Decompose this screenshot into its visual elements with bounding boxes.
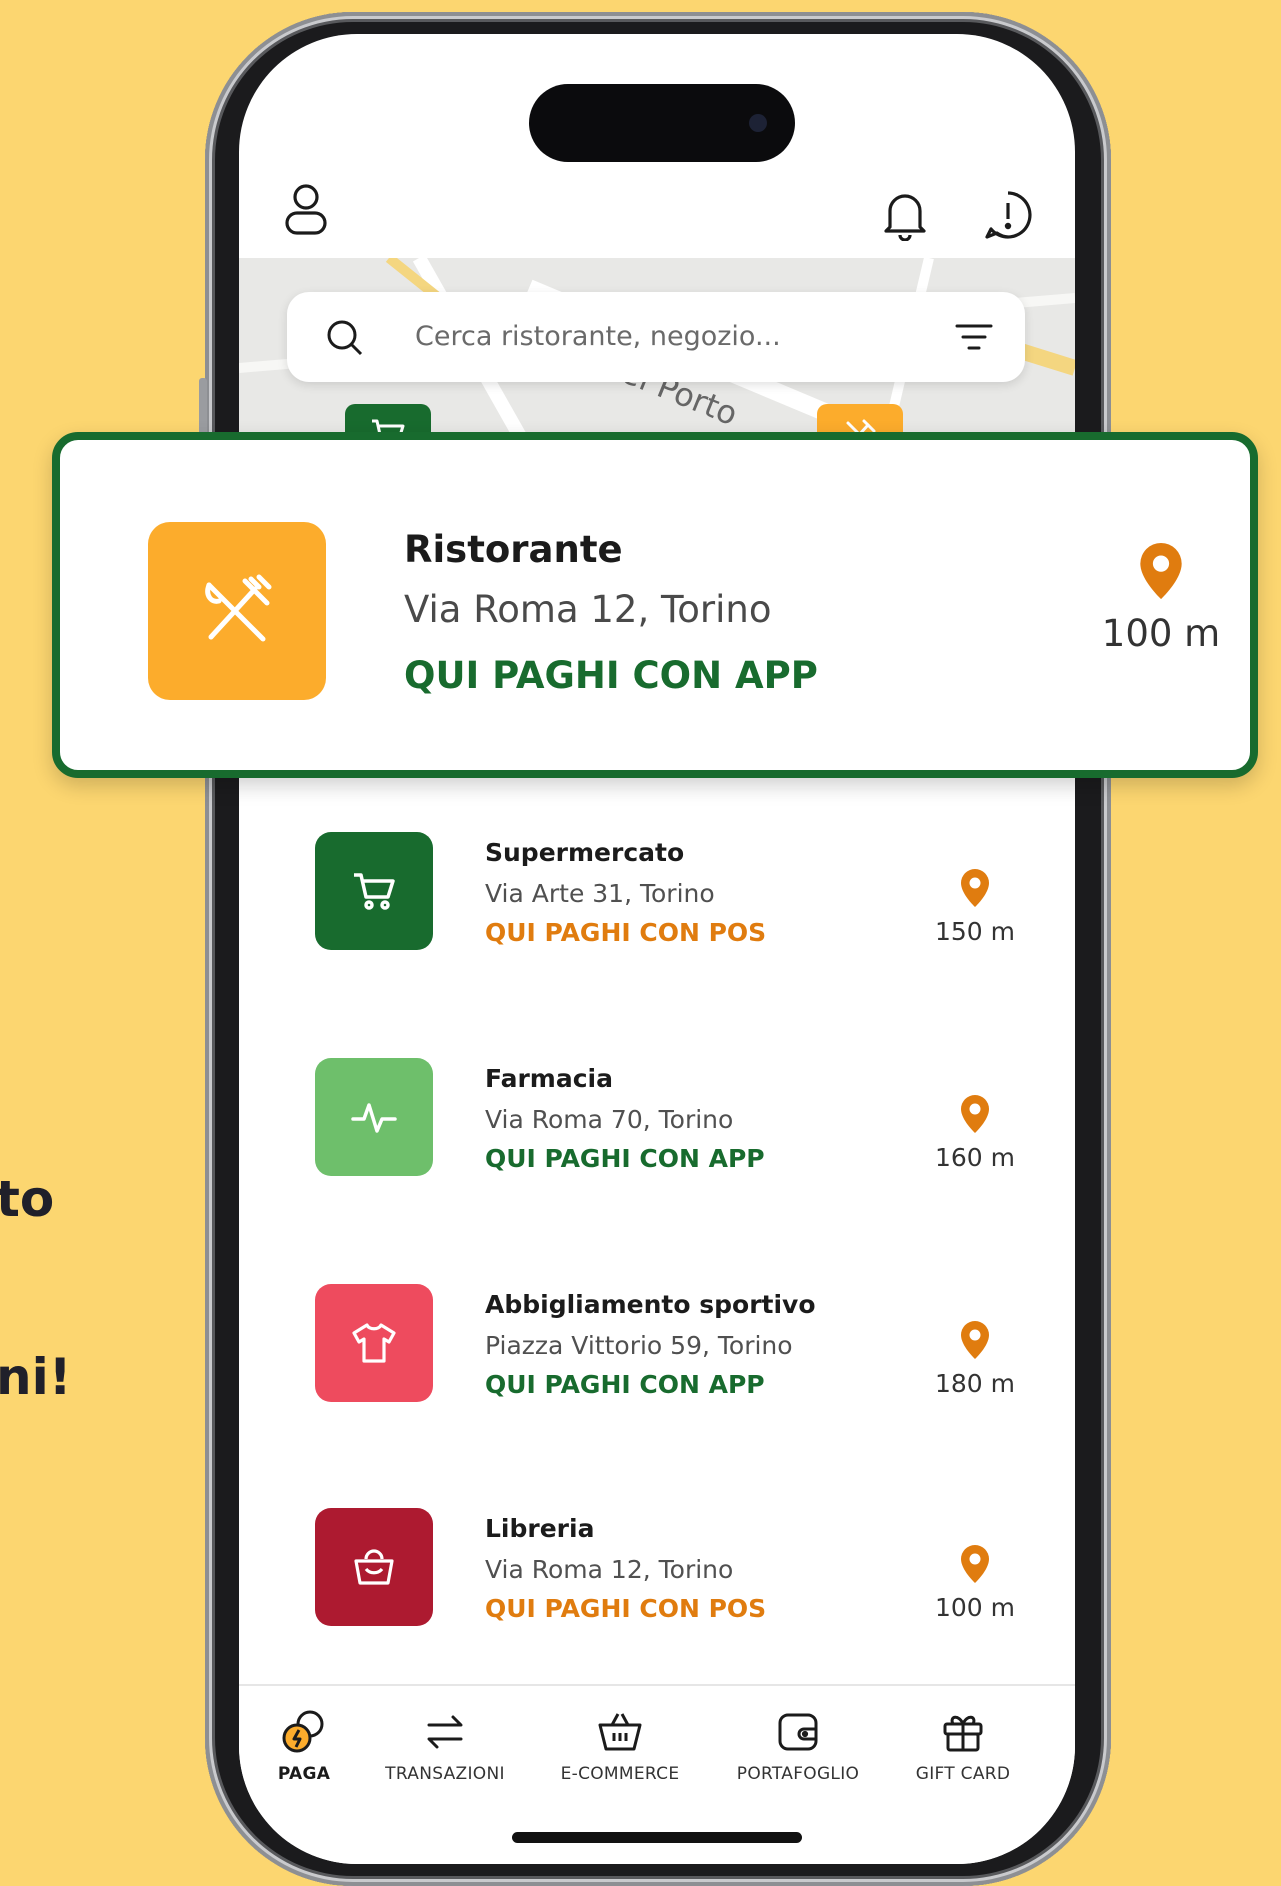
store-name: Supermercato bbox=[485, 838, 685, 867]
promo-text-line-1: to bbox=[0, 1170, 55, 1228]
store-address: Via Roma 12, Torino bbox=[404, 588, 772, 631]
user-icon[interactable] bbox=[277, 180, 335, 238]
store-distance: 100 m bbox=[1086, 540, 1236, 655]
tab-transazioni[interactable]: TRANSAZIONI bbox=[370, 1706, 520, 1784]
list-item[interactable]: Farmacia Via Roma 70, Torino QUI PAGHI C… bbox=[315, 1058, 1015, 1188]
store-address: Via Arte 31, Torino bbox=[485, 879, 715, 908]
gift-icon bbox=[943, 1715, 983, 1752]
tab-portafoglio[interactable]: PORTAFOGLIO bbox=[723, 1706, 873, 1784]
store-address: Via Roma 12, Torino bbox=[485, 1555, 734, 1584]
bell-icon[interactable] bbox=[876, 186, 934, 244]
wallet-icon bbox=[778, 1713, 818, 1751]
featured-store-card[interactable]: Ristorante Via Roma 12, Torino QUI PAGHI… bbox=[52, 432, 1258, 778]
store-distance: 150 m bbox=[925, 867, 1025, 946]
store-category-badge bbox=[315, 1508, 433, 1626]
tab-gift-card[interactable]: GIFT CARD bbox=[888, 1706, 1038, 1784]
store-category-badge bbox=[315, 1284, 433, 1402]
store-distance: 100 m bbox=[925, 1543, 1025, 1622]
pulse-icon bbox=[351, 1103, 397, 1133]
store-category-badge bbox=[315, 832, 433, 950]
store-category-badge bbox=[315, 1058, 433, 1176]
search-bar[interactable]: Cerca ristorante, negozio... bbox=[287, 292, 1025, 382]
search-input[interactable]: Cerca ristorante, negozio... bbox=[415, 321, 781, 352]
list-item[interactable]: Abbigliamento sportivo Piazza Vittorio 5… bbox=[315, 1284, 1015, 1414]
store-name: Abbigliamento sportivo bbox=[485, 1290, 816, 1319]
bag-icon bbox=[354, 1549, 394, 1585]
store-name: Libreria bbox=[485, 1514, 595, 1543]
location-pin-icon bbox=[961, 1545, 989, 1583]
cart-icon bbox=[354, 873, 395, 910]
location-pin-icon bbox=[961, 869, 989, 907]
arrows-exchange-icon bbox=[427, 1715, 463, 1749]
alert-circle-icon[interactable] bbox=[979, 186, 1037, 244]
tab-paga[interactable]: PAGA bbox=[239, 1706, 379, 1784]
search-icon bbox=[327, 320, 363, 356]
list-item[interactable]: Libreria Via Roma 12, Torino QUI PAGHI C… bbox=[315, 1508, 1015, 1638]
home-indicator[interactable] bbox=[512, 1832, 802, 1843]
filter-icon[interactable] bbox=[955, 322, 993, 352]
location-pin-icon bbox=[961, 1095, 989, 1133]
list-item[interactable]: Supermercato Via Arte 31, Torino QUI PAG… bbox=[315, 832, 1015, 962]
fork-knife-icon bbox=[205, 574, 272, 642]
basket-icon bbox=[598, 1713, 642, 1751]
coins-icon bbox=[282, 1710, 324, 1753]
store-address: Via Roma 70, Torino bbox=[485, 1105, 734, 1134]
tab-e-commerce[interactable]: E-COMMERCE bbox=[545, 1706, 695, 1784]
promo-text-line-2: ni! bbox=[0, 1348, 72, 1406]
payment-method: QUI PAGHI CON APP bbox=[404, 654, 818, 697]
payment-method: QUI PAGHI CON APP bbox=[485, 1144, 765, 1173]
store-category-badge bbox=[148, 522, 326, 700]
payment-method: QUI PAGHI CON POS bbox=[485, 1594, 767, 1623]
store-distance: 180 m bbox=[925, 1319, 1025, 1398]
location-pin-icon bbox=[1140, 542, 1182, 600]
dynamic-island bbox=[529, 84, 795, 162]
app-screen: del Porto Cerca ristorante, negozio... S… bbox=[239, 34, 1075, 1864]
phone-side-button bbox=[199, 378, 207, 438]
phone-frame: del Porto Cerca ristorante, negozio... S… bbox=[199, 12, 1117, 1886]
location-pin-icon bbox=[961, 1321, 989, 1359]
store-distance: 160 m bbox=[925, 1093, 1025, 1172]
store-name: Ristorante bbox=[404, 528, 623, 571]
store-name: Farmacia bbox=[485, 1064, 613, 1093]
store-address: Piazza Vittorio 59, Torino bbox=[485, 1331, 793, 1360]
payment-method: QUI PAGHI CON POS bbox=[485, 918, 767, 947]
payment-method: QUI PAGHI CON APP bbox=[485, 1370, 765, 1399]
tshirt-icon bbox=[352, 1323, 396, 1363]
